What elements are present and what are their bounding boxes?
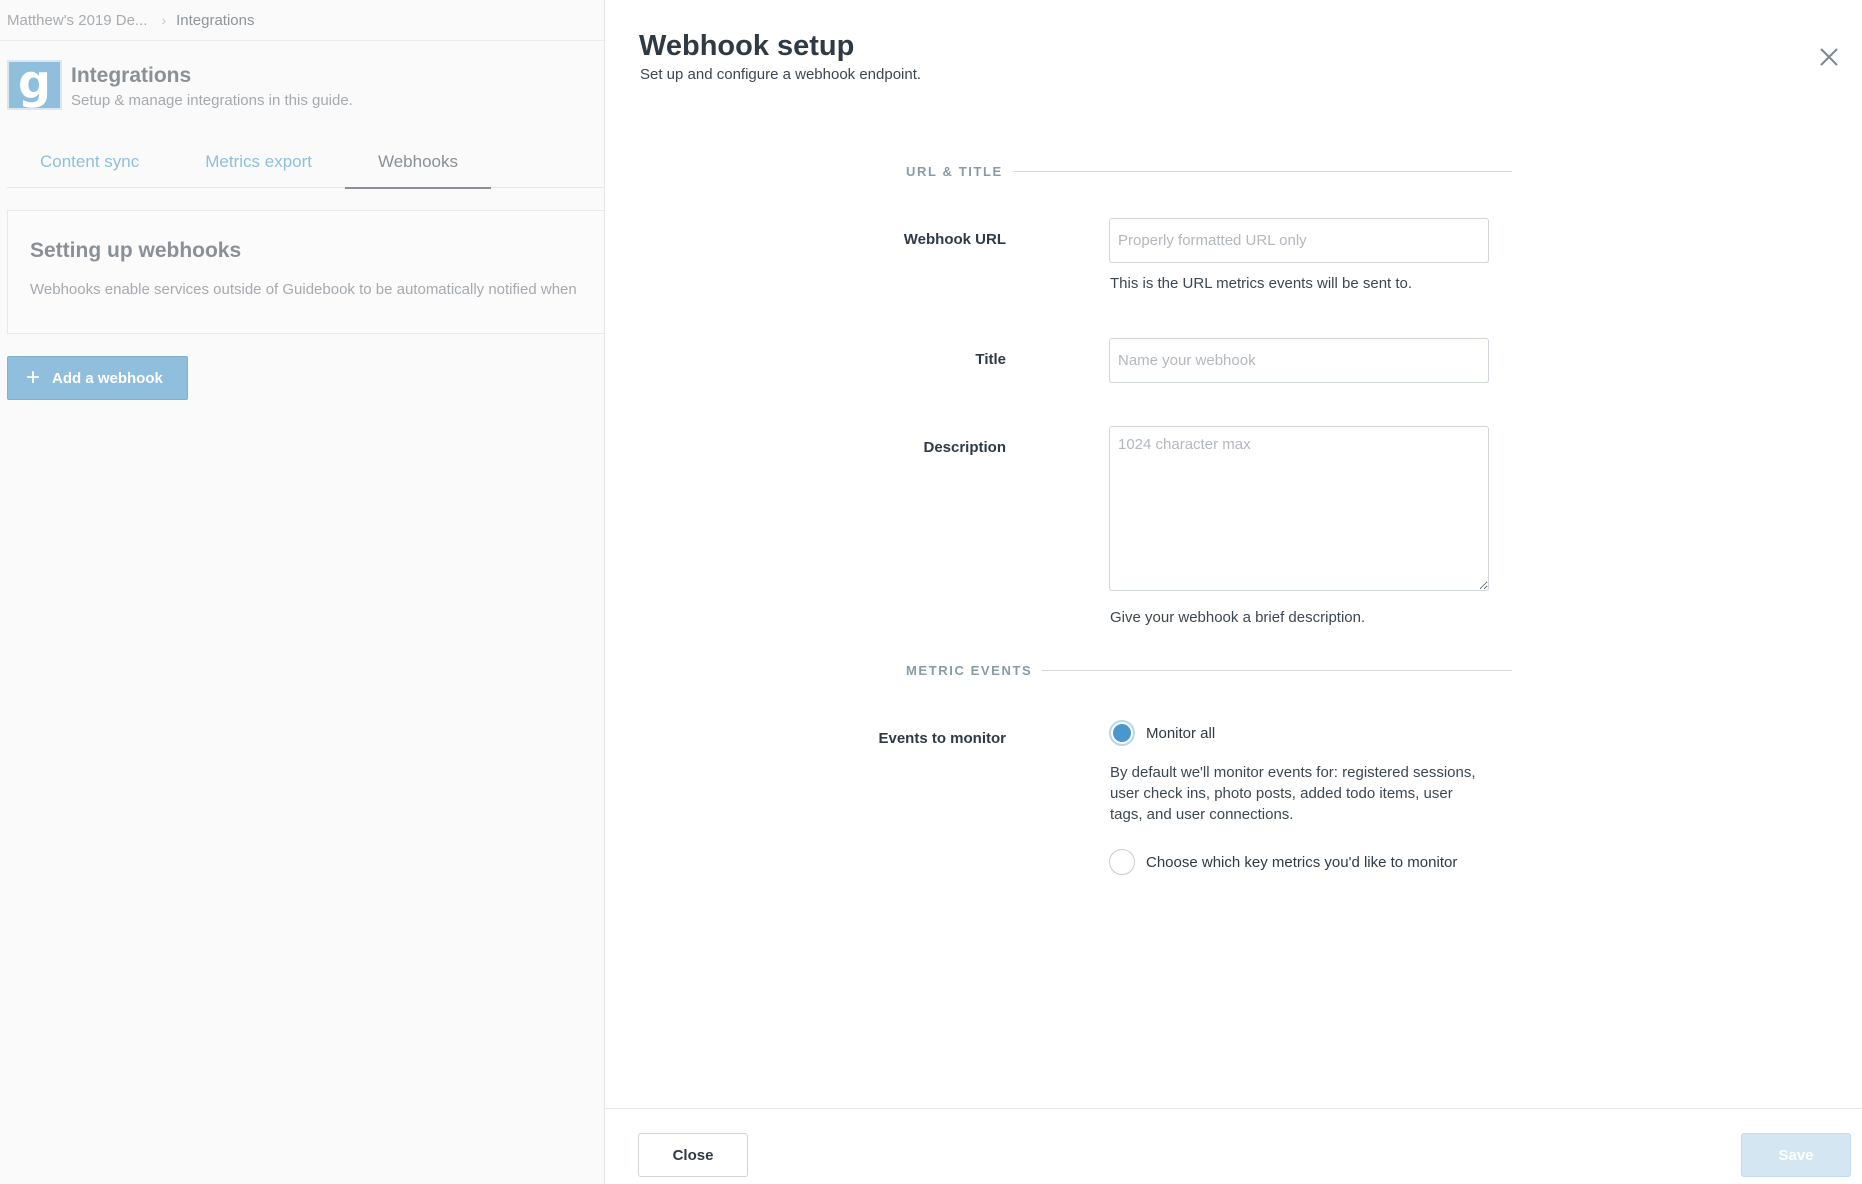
- modal-footer: Close Save: [605, 1108, 1862, 1184]
- title-label: Title: [975, 351, 1006, 368]
- description-label: Description: [923, 439, 1006, 456]
- close-icon[interactable]: [1818, 46, 1840, 68]
- close-button[interactable]: Close: [638, 1133, 748, 1177]
- webhooks-info-card: Setting up webhooks Webhooks enable serv…: [7, 210, 604, 334]
- background-page: Matthew's 2019 De... › Integrations g In…: [0, 0, 604, 1184]
- chevron-right-icon: ›: [161, 12, 167, 28]
- radio-button-unchecked[interactable]: [1109, 849, 1135, 875]
- webhook-url-label: Webhook URL: [903, 231, 1006, 248]
- radio-button-checked[interactable]: [1109, 720, 1135, 746]
- title-input[interactable]: [1109, 338, 1489, 383]
- section-url-title: URL & TITLE: [906, 164, 1512, 179]
- guidebook-logo: g: [7, 59, 62, 110]
- page-header-text: Integrations Setup & manage integrations…: [71, 60, 353, 109]
- tab-metrics-export[interactable]: Metrics export: [172, 135, 345, 188]
- modal-subtitle: Set up and configure a webhook endpoint.: [640, 66, 922, 83]
- section-url-title-label: URL & TITLE: [906, 164, 1003, 179]
- info-card-text: Webhooks enable services outside of Guid…: [30, 281, 577, 298]
- description-help: Give your webhook a brief description.: [1110, 609, 1366, 626]
- breadcrumb: Matthew's 2019 De... › Integrations: [0, 0, 604, 41]
- radio-monitor-all[interactable]: Monitor all: [1109, 720, 1215, 746]
- webhook-setup-modal: Webhook setup Set up and configure a web…: [604, 0, 1862, 1184]
- radio-choose-metrics-label: Choose which key metrics you'd like to m…: [1146, 853, 1458, 871]
- section-metric-events-label: METRIC EVENTS: [906, 663, 1033, 678]
- breadcrumb-current: Integrations: [176, 11, 255, 29]
- plus-icon: +: [26, 364, 41, 391]
- info-card-title: Setting up webhooks: [30, 239, 242, 262]
- section-divider: [1042, 670, 1512, 671]
- page-title: Integrations: [71, 64, 192, 87]
- save-button[interactable]: Save: [1741, 1133, 1851, 1177]
- webhook-url-input[interactable]: [1109, 218, 1489, 263]
- description-textarea[interactable]: [1109, 426, 1489, 591]
- modal-title: Webhook setup: [639, 30, 855, 62]
- events-to-monitor-label: Events to monitor: [878, 730, 1006, 747]
- section-metric-events: METRIC EVENTS: [906, 663, 1512, 678]
- tab-webhooks[interactable]: Webhooks: [344, 135, 492, 189]
- tab-content-sync[interactable]: Content sync: [7, 135, 172, 188]
- radio-choose-metrics[interactable]: Choose which key metrics you'd like to m…: [1109, 849, 1457, 875]
- breadcrumb-parent[interactable]: Matthew's 2019 De...: [7, 12, 147, 29]
- webhook-url-help: This is the URL metrics events will be s…: [1110, 275, 1413, 292]
- section-divider: [1012, 171, 1512, 172]
- add-webhook-label: Add a webhook: [52, 369, 163, 387]
- page-subtitle: Setup & manage integrations in this guid…: [71, 92, 353, 109]
- monitor-all-help: By default we'll monitor events for: reg…: [1110, 764, 1476, 823]
- page-header: g Integrations Setup & manage integratio…: [7, 59, 353, 110]
- add-webhook-button[interactable]: + Add a webhook: [7, 356, 188, 400]
- integration-tabs: Content sync Metrics export Webhooks: [7, 135, 604, 189]
- radio-monitor-all-label: Monitor all: [1146, 724, 1216, 742]
